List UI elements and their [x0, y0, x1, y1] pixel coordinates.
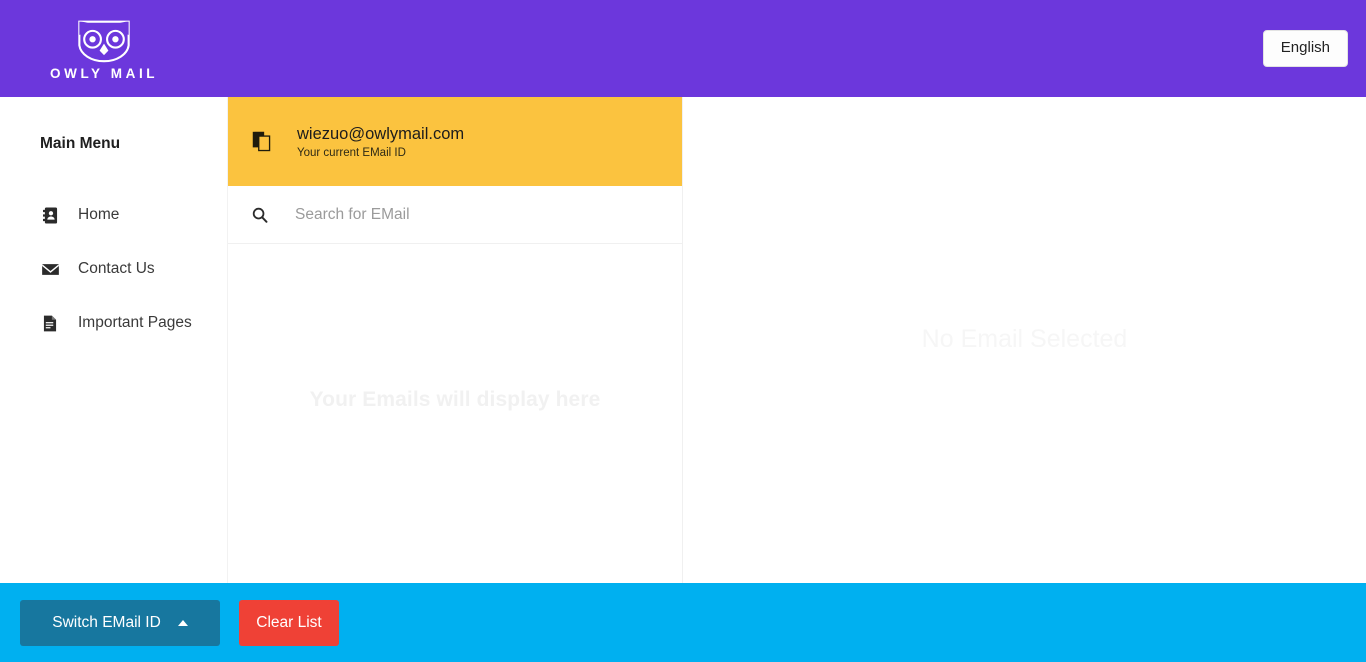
- brand-logo[interactable]: OWLY MAIL: [50, 19, 158, 81]
- sidebar-item-contact-us[interactable]: Contact Us: [0, 242, 227, 296]
- current-email-text-group: wiezuo@owlymail.com Your current EMail I…: [297, 124, 464, 160]
- sidebar-item-home[interactable]: Home: [0, 188, 227, 242]
- clear-list-button[interactable]: Clear List: [239, 599, 339, 646]
- no-email-selected-text: No Email Selected: [921, 325, 1128, 353]
- document-icon: [40, 313, 60, 333]
- top-header-bar: OWLY MAIL English: [0, 0, 1366, 97]
- envelope-icon: [40, 259, 60, 279]
- reading-pane: No Email Selected: [683, 97, 1366, 583]
- app-root: OWLY MAIL English Main Menu Home Contact…: [0, 0, 1366, 662]
- search-input[interactable]: [295, 205, 635, 224]
- brand-name: OWLY MAIL: [50, 65, 159, 81]
- language-button[interactable]: English: [1262, 29, 1348, 68]
- search-icon[interactable]: [250, 205, 270, 225]
- current-email-id-bar[interactable]: wiezuo@owlymail.com Your current EMail I…: [228, 97, 682, 186]
- copy-icon[interactable]: [250, 130, 272, 154]
- current-email-caption: Your current EMail ID: [297, 147, 406, 160]
- email-list-empty-state: Your Emails will display here: [228, 244, 682, 583]
- email-list-empty-text: Your Emails will display here: [309, 387, 601, 411]
- sidebar-item-label: Contact Us: [78, 260, 155, 277]
- address-book-icon: [40, 205, 60, 225]
- footer-bar: Switch EMail ID Clear List: [0, 583, 1366, 662]
- sidebar-item-label: Home: [78, 206, 120, 223]
- sidebar-item-label: Important Pages: [78, 314, 192, 331]
- caret-up-icon: [177, 619, 188, 626]
- search-row: [228, 186, 682, 244]
- switch-email-id-label: Switch EMail ID: [52, 613, 161, 631]
- email-list-column: wiezuo@owlymail.com Your current EMail I…: [228, 97, 683, 583]
- main-body: Main Menu Home Contact Us Important Page…: [0, 97, 1366, 583]
- switch-email-id-button[interactable]: Switch EMail ID: [20, 599, 220, 646]
- owl-icon: [75, 19, 133, 63]
- sidebar: Main Menu Home Contact Us Important Page…: [0, 97, 228, 583]
- sidebar-title: Main Menu: [40, 135, 121, 152]
- current-email-address: wiezuo@owlymail.com: [297, 124, 465, 143]
- sidebar-item-important-pages[interactable]: Important Pages: [0, 296, 227, 350]
